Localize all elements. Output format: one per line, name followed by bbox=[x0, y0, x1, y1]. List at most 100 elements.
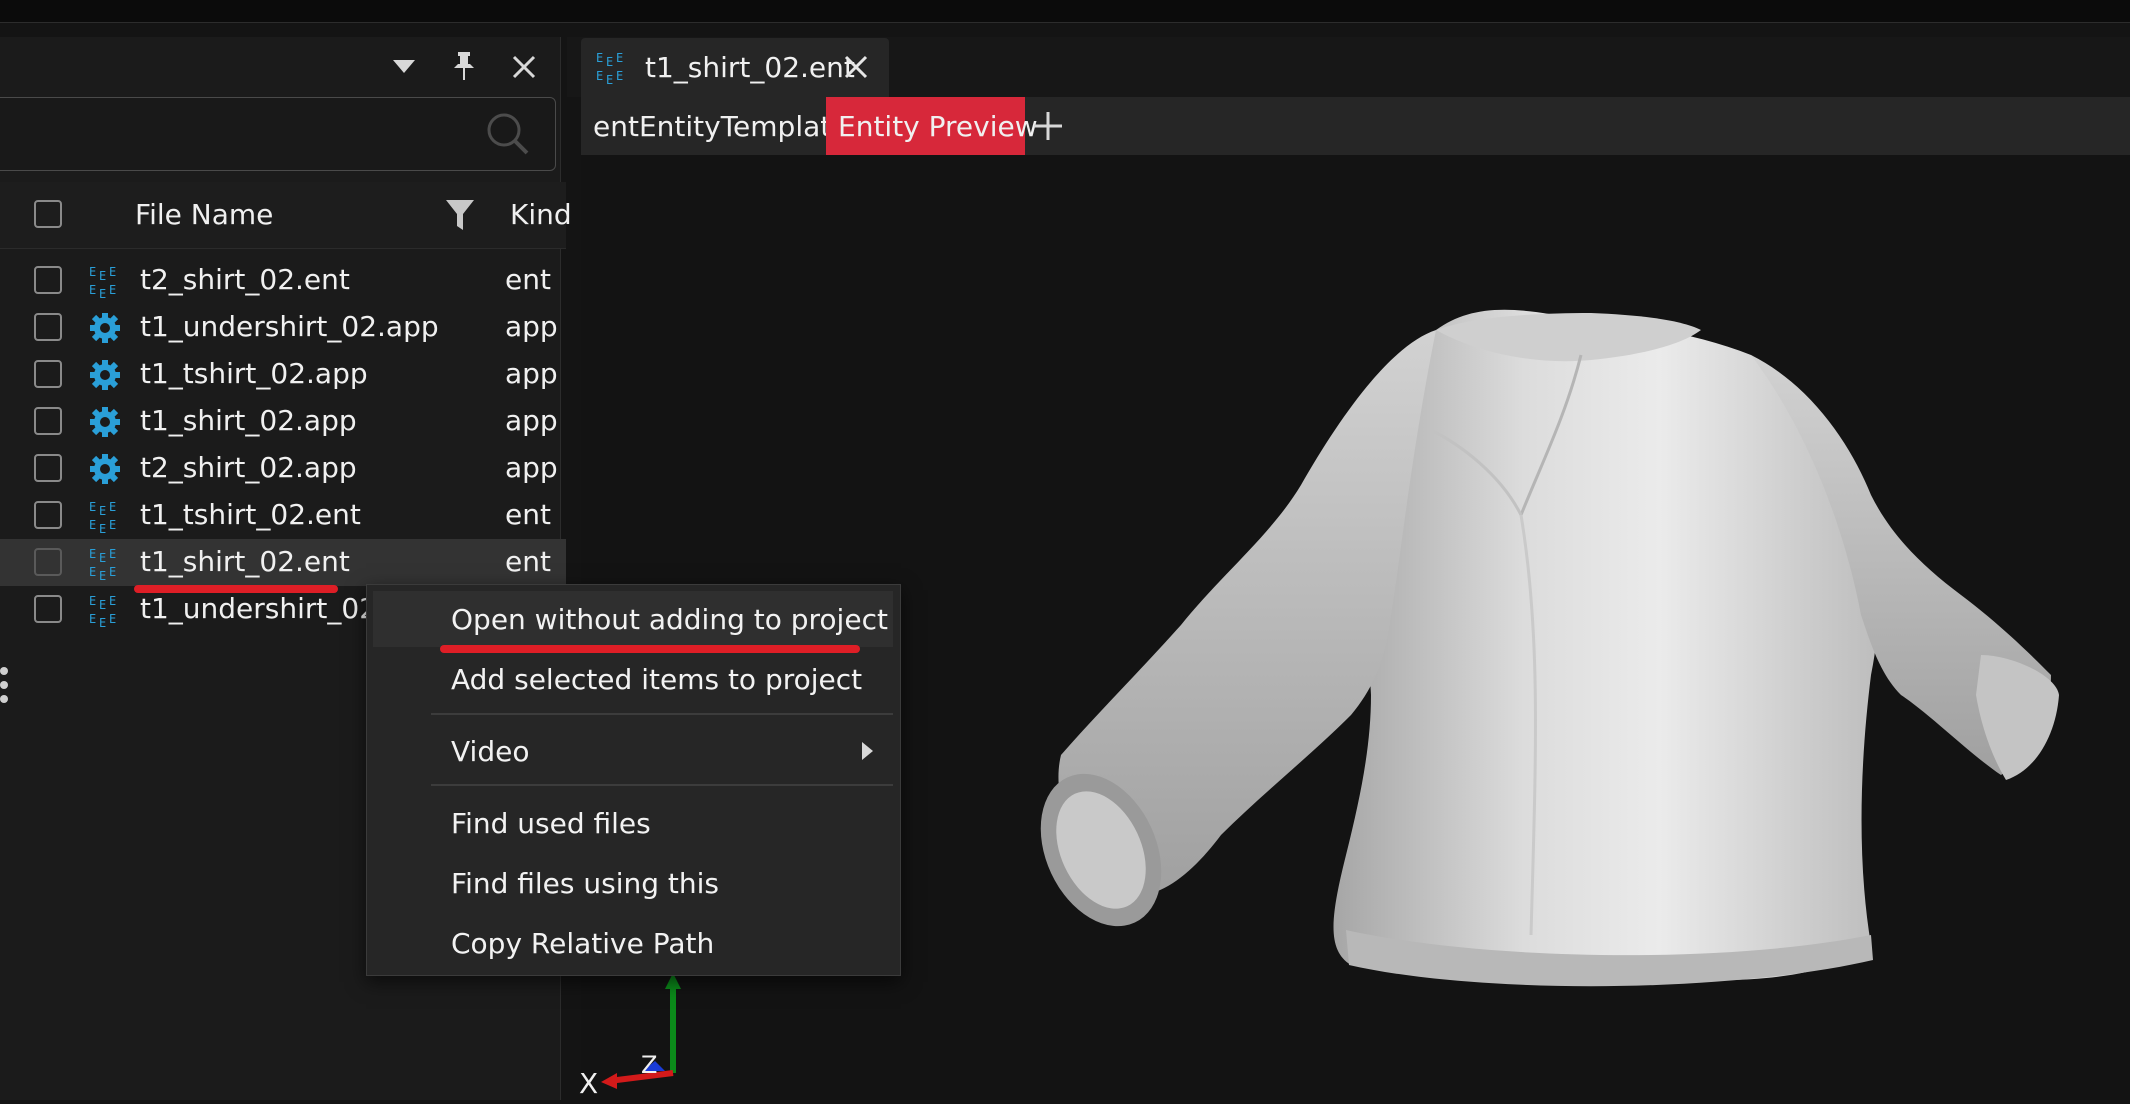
annotation-underline bbox=[134, 585, 338, 593]
file-name: t1_shirt_02.ent bbox=[140, 545, 350, 578]
row-checkbox[interactable] bbox=[34, 360, 62, 388]
svg-text:E: E bbox=[89, 518, 96, 532]
file-kind: app bbox=[505, 404, 558, 437]
row-checkbox[interactable] bbox=[34, 266, 62, 294]
svg-text:E: E bbox=[596, 51, 603, 65]
menu-item-label: Add selected items to project bbox=[451, 662, 863, 696]
document-tab[interactable]: EEEEEE t1_shirt_02.ent bbox=[581, 38, 889, 98]
file-row[interactable]: EEEEEE t1_tshirt_02.ent ent bbox=[0, 492, 566, 539]
svg-text:E: E bbox=[89, 565, 96, 579]
close-icon[interactable] bbox=[504, 47, 544, 87]
svg-text:E: E bbox=[606, 55, 613, 69]
menu-item-add-selected[interactable]: Add selected items to project bbox=[373, 651, 893, 707]
svg-text:E: E bbox=[89, 283, 96, 297]
svg-text:E: E bbox=[109, 594, 116, 608]
file-row[interactable]: EEEEEE t2_shirt_02.ent ent bbox=[0, 257, 566, 304]
annotation-underline bbox=[440, 645, 860, 653]
column-file-name[interactable]: File Name bbox=[135, 198, 273, 231]
file-kind: ent bbox=[505, 545, 551, 578]
file-kind: app bbox=[505, 310, 558, 343]
row-checkbox[interactable] bbox=[34, 501, 62, 529]
svg-text:E: E bbox=[99, 287, 106, 298]
svg-text:E: E bbox=[99, 504, 106, 518]
menu-item-copy-relative-path[interactable]: Copy Relative Path bbox=[373, 915, 893, 971]
entity-file-icon: E E EE E E bbox=[89, 547, 116, 580]
svg-text:E: E bbox=[89, 612, 96, 626]
column-kind[interactable]: Kind bbox=[510, 198, 572, 231]
row-checkbox[interactable] bbox=[34, 454, 62, 482]
menu-item-video[interactable]: Video bbox=[373, 723, 893, 779]
svg-text:E: E bbox=[99, 269, 106, 283]
file-browser-header bbox=[0, 38, 560, 96]
document-tab-label: t1_shirt_02.ent bbox=[645, 51, 855, 84]
context-menu: Open without adding to project Add selec… bbox=[366, 584, 901, 976]
svg-text:E: E bbox=[109, 612, 116, 626]
file-row[interactable]: t1_shirt_02.app app bbox=[0, 398, 566, 445]
entity-file-icon: E E EE E E bbox=[89, 265, 116, 298]
svg-text:E: E bbox=[109, 283, 116, 297]
file-row-selected[interactable]: EEEEEE t1_shirt_02.ent ent bbox=[0, 539, 566, 586]
svg-text:E: E bbox=[109, 265, 116, 279]
search-icon[interactable] bbox=[486, 112, 530, 156]
plus-icon[interactable] bbox=[1032, 110, 1064, 142]
tab-ent-entity-template[interactable]: entEntityTemplate bbox=[581, 97, 848, 155]
axis-z-label: Z bbox=[641, 1051, 658, 1079]
tab-label: Entity Preview bbox=[838, 109, 1038, 143]
menu-item-label: Open without adding to project bbox=[451, 602, 888, 636]
entity-file-icon: E E EE E E bbox=[89, 500, 116, 533]
gear-icon bbox=[90, 407, 120, 437]
file-name: t1_undershirt_02.app bbox=[140, 310, 439, 343]
svg-text:E: E bbox=[89, 547, 96, 561]
file-kind: ent bbox=[505, 498, 551, 531]
tab-label: entEntityTemplate bbox=[593, 109, 849, 143]
file-kind: app bbox=[505, 451, 558, 484]
gear-icon bbox=[90, 360, 120, 390]
file-name: t2_shirt_02.app bbox=[140, 451, 357, 484]
svg-text:E: E bbox=[616, 69, 623, 83]
svg-text:E: E bbox=[109, 500, 116, 514]
svg-text:E: E bbox=[99, 551, 106, 565]
select-all-checkbox[interactable] bbox=[34, 200, 62, 228]
submenu-arrow-icon bbox=[862, 742, 873, 760]
entity-file-icon: E E EE E E bbox=[596, 51, 623, 86]
close-icon[interactable] bbox=[843, 54, 869, 80]
dropdown-arrow-icon[interactable] bbox=[384, 47, 424, 87]
svg-text:E: E bbox=[606, 73, 613, 86]
gear-icon bbox=[90, 313, 120, 343]
row-checkbox[interactable] bbox=[34, 313, 62, 341]
axis-x-label: X bbox=[579, 1067, 599, 1100]
menu-item-label: Find used files bbox=[451, 806, 651, 840]
menu-item-label: Copy Relative Path bbox=[451, 926, 715, 960]
editor-subtab-bar: entEntityTemplate Entity Preview bbox=[581, 97, 2130, 155]
file-kind: ent bbox=[505, 263, 551, 296]
svg-text:E: E bbox=[89, 594, 96, 608]
menu-item-label: Find files using this bbox=[451, 866, 720, 900]
menu-item-find-files-using-this[interactable]: Find files using this bbox=[373, 855, 893, 911]
filter-icon[interactable] bbox=[446, 198, 474, 232]
search-input[interactable] bbox=[0, 97, 556, 171]
row-checkbox[interactable] bbox=[34, 595, 62, 623]
menu-item-label: Video bbox=[451, 734, 530, 768]
entity-file-icon: E E EE E E bbox=[89, 594, 116, 627]
row-checkbox[interactable] bbox=[34, 407, 62, 435]
axis-gizmo: X Z bbox=[573, 965, 693, 1100]
file-name: t2_shirt_02.ent bbox=[140, 263, 350, 296]
file-name: t1_tshirt_02.ent bbox=[140, 498, 361, 531]
menu-separator bbox=[431, 713, 893, 715]
svg-text:E: E bbox=[99, 598, 106, 612]
row-checkbox[interactable] bbox=[34, 548, 62, 576]
svg-text:E: E bbox=[109, 565, 116, 579]
file-list-header: File Name Kind bbox=[0, 182, 572, 249]
file-row[interactable]: t1_tshirt_02.app app bbox=[0, 351, 566, 398]
tab-entity-preview[interactable]: Entity Preview bbox=[826, 97, 1038, 155]
menu-separator bbox=[431, 784, 893, 786]
menu-item-find-used-files[interactable]: Find used files bbox=[373, 795, 893, 851]
svg-text:E: E bbox=[89, 265, 96, 279]
splitter-handle[interactable] bbox=[0, 665, 10, 705]
file-row[interactable]: t2_shirt_02.app app bbox=[0, 445, 566, 492]
file-name: t1_shirt_02.app bbox=[140, 404, 357, 437]
menu-item-open-without-adding[interactable]: Open without adding to project bbox=[373, 591, 893, 647]
svg-text:E: E bbox=[596, 69, 603, 83]
pin-icon[interactable] bbox=[444, 47, 484, 87]
file-row[interactable]: t1_undershirt_02.app app bbox=[0, 304, 566, 351]
